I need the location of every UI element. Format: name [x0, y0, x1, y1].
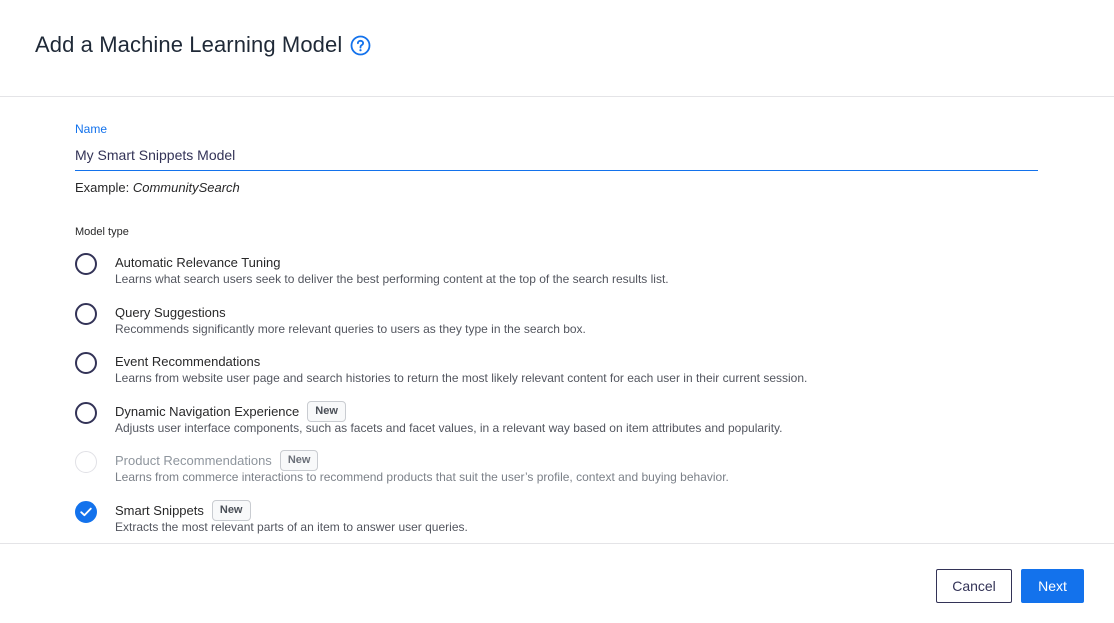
- option-description: Recommends significantly more relevant q…: [115, 322, 586, 336]
- radio-button[interactable]: [75, 402, 97, 424]
- radio-button[interactable]: [75, 253, 97, 275]
- option-title: Automatic Relevance Tuning: [115, 254, 281, 270]
- name-input[interactable]: [75, 140, 1038, 171]
- radio-button-checked[interactable]: [75, 501, 97, 523]
- example-prefix: Example:: [75, 180, 130, 195]
- option-title: Smart Snippets: [115, 502, 204, 518]
- option-title-row: Automatic Relevance Tuning: [115, 250, 280, 274]
- model-option-event-recommendations[interactable]: Event Recommendations Learns from websit…: [75, 349, 1075, 389]
- radio-button-disabled: [75, 451, 97, 473]
- model-type-label: Model type: [75, 226, 129, 238]
- option-title-row: Event Recommendations: [115, 349, 260, 373]
- example-value: CommunitySearch: [132, 180, 240, 195]
- model-option-product-recommendations: Product Recommendations New Learns from …: [75, 448, 1075, 488]
- modal-title: Add a Machine Learning Model: [35, 32, 343, 57]
- option-title: Event Recommendations: [115, 353, 261, 369]
- name-label: Name: [75, 122, 108, 136]
- add-ml-model-modal: Add a Machine Learning Model Name Exampl…: [0, 0, 1114, 623]
- option-description: Learns from commerce interactions to rec…: [115, 470, 729, 484]
- option-description: Adjusts user interface components, such …: [115, 421, 783, 435]
- model-option-smart-snippets[interactable]: Smart Snippets New Extracts the most rel…: [75, 498, 1075, 538]
- new-badge: New: [307, 400, 346, 422]
- option-title-row: Product Recommendations New: [115, 448, 319, 472]
- cancel-button[interactable]: Cancel: [936, 569, 1012, 603]
- name-example: Example: CommunitySearch: [75, 180, 240, 195]
- radio-button[interactable]: [75, 303, 97, 325]
- modal-title-row: Add a Machine Learning Model: [35, 32, 371, 58]
- option-title-row: Query Suggestions: [115, 300, 226, 324]
- check-icon: [80, 507, 92, 517]
- option-description: Extracts the most relevant parts of an i…: [115, 520, 468, 534]
- option-description: Learns what search users seek to deliver…: [115, 272, 669, 286]
- modal-footer: Cancel Next: [0, 543, 1114, 623]
- model-option-automatic-relevance-tuning[interactable]: Automatic Relevance Tuning Learns what s…: [75, 250, 1075, 290]
- radio-button[interactable]: [75, 352, 97, 374]
- model-option-query-suggestions[interactable]: Query Suggestions Recommends significant…: [75, 300, 1075, 340]
- help-icon[interactable]: [350, 35, 371, 56]
- option-description: Learns from website user page and search…: [115, 371, 808, 385]
- modal-body: Name Example: CommunitySearch Model type…: [0, 97, 1114, 543]
- new-badge: New: [279, 449, 319, 471]
- new-badge: New: [211, 499, 251, 521]
- model-option-dynamic-navigation-experience[interactable]: Dynamic Navigation Experience New Adjust…: [75, 399, 1075, 439]
- option-title-row: Dynamic Navigation Experience New: [115, 399, 346, 423]
- next-button[interactable]: Next: [1021, 569, 1084, 603]
- option-title: Product Recommendations: [115, 452, 272, 468]
- option-title: Dynamic Navigation Experience: [115, 403, 300, 419]
- option-title: Query Suggestions: [115, 304, 226, 320]
- modal-header: Add a Machine Learning Model: [0, 0, 1114, 97]
- option-title-row: Smart Snippets New: [115, 498, 251, 522]
